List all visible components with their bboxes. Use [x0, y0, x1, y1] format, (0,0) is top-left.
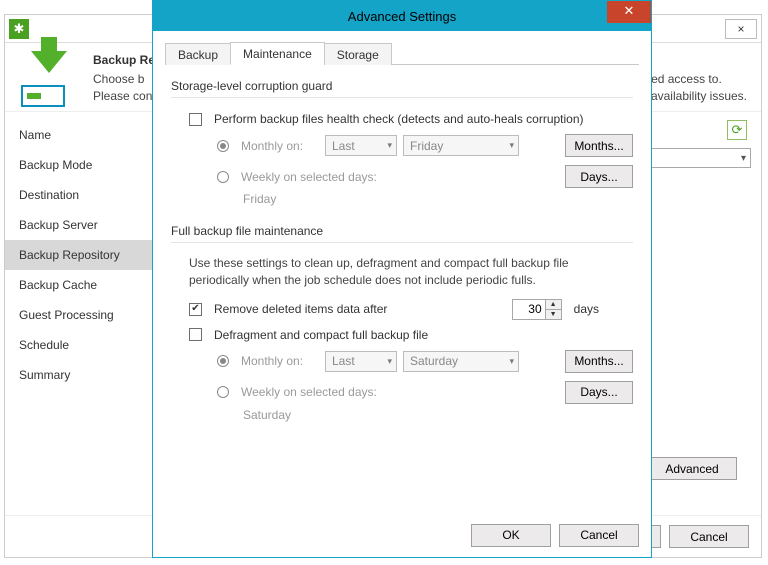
defrag-weekly-value: Saturday — [171, 408, 633, 426]
remove-days-spinner[interactable]: ▲▼ — [512, 299, 562, 320]
defrag-weekly-label: Weekly on selected days: — [241, 385, 377, 399]
guard-monthly-radio[interactable] — [217, 140, 229, 152]
sidebar-item-backup-repository[interactable]: Backup Repository — [5, 240, 167, 270]
sidebar-item-backup-mode[interactable]: Backup Mode — [5, 150, 167, 180]
cancel-button[interactable]: Cancel — [669, 525, 749, 548]
dialog-footer: OK Cancel — [153, 513, 651, 557]
chevron-down-icon: ▾ — [387, 356, 392, 367]
sidebar-item-schedule[interactable]: Schedule — [5, 330, 167, 360]
defrag-months-button[interactable]: Months... — [565, 350, 633, 373]
tab-maintenance[interactable]: Maintenance — [230, 42, 325, 65]
guard-weekly-radio[interactable] — [217, 171, 229, 183]
advanced-settings-dialog: Advanced Settings ✕ Backup Maintenance S… — [152, 0, 652, 558]
remove-deleted-label: Remove deleted items data after — [214, 302, 387, 316]
gear-icon: ✱ — [9, 19, 29, 39]
health-check-row[interactable]: Perform backup files health check (detec… — [171, 108, 633, 130]
refresh-icon[interactable]: ⟳ — [727, 120, 747, 140]
days-word: days — [574, 302, 599, 316]
section-corruption-guard: Storage-level corruption guard — [171, 79, 633, 93]
wizard-close-button[interactable]: × — [725, 19, 757, 39]
sidebar-item-destination[interactable]: Destination — [5, 180, 167, 210]
sidebar-item-guest-processing[interactable]: Guest Processing — [5, 300, 167, 330]
sidebar-item-backup-server[interactable]: Backup Server — [5, 210, 167, 240]
remove-days-input[interactable] — [513, 300, 545, 319]
chevron-down-icon: ▾ — [741, 153, 746, 164]
guard-days-button[interactable]: Days... — [565, 165, 633, 188]
defrag-day-dropdown[interactable]: Saturday▾ — [403, 351, 519, 372]
wizard-sidebar: Name Backup Mode Destination Backup Serv… — [5, 112, 167, 515]
spin-up[interactable]: ▲ — [546, 300, 561, 310]
defrag-row[interactable]: Defragment and compact full backup file — [171, 324, 633, 346]
sidebar-item-backup-cache[interactable]: Backup Cache — [5, 270, 167, 300]
backup-icon — [19, 51, 79, 101]
chevron-down-icon: ▾ — [509, 356, 514, 367]
ok-button[interactable]: OK — [471, 524, 551, 547]
defrag-monthly-label: Monthly on: — [241, 354, 319, 368]
health-check-checkbox[interactable] — [189, 113, 202, 126]
advanced-button[interactable]: Advanced — [647, 457, 737, 480]
spin-down[interactable]: ▼ — [546, 310, 561, 319]
defrag-weekly-radio[interactable] — [217, 386, 229, 398]
defrag-occurrence-dropdown[interactable]: Last▾ — [325, 351, 397, 372]
full-maintenance-desc: Use these settings to clean up, defragme… — [171, 253, 633, 295]
guard-occurrence-dropdown[interactable]: Last▾ — [325, 135, 397, 156]
defrag-checkbox[interactable] — [189, 328, 202, 341]
remove-deleted-row[interactable]: ✔ Remove deleted items data after ▲▼ day… — [171, 295, 633, 324]
guard-months-button[interactable]: Months... — [565, 134, 633, 157]
defrag-days-button[interactable]: Days... — [565, 381, 633, 404]
health-check-label: Perform backup files health check (detec… — [214, 112, 584, 126]
tab-backup[interactable]: Backup — [165, 43, 231, 65]
chevron-down-icon: ▾ — [387, 140, 392, 151]
sidebar-item-name[interactable]: Name — [5, 120, 167, 150]
section-full-maintenance: Full backup file maintenance — [171, 224, 633, 238]
defrag-monthly-radio[interactable] — [217, 355, 229, 367]
guard-weekly-label: Weekly on selected days: — [241, 170, 377, 184]
dialog-titlebar: Advanced Settings ✕ — [153, 1, 651, 31]
guard-weekly-value: Friday — [171, 192, 633, 210]
tab-storage[interactable]: Storage — [324, 43, 392, 65]
dialog-title: Advanced Settings — [348, 9, 456, 24]
dialog-tabs: Backup Maintenance Storage — [165, 41, 639, 65]
dialog-close-button[interactable]: ✕ — [607, 1, 651, 23]
guard-monthly-label: Monthly on: — [241, 139, 319, 153]
remove-deleted-checkbox[interactable]: ✔ — [189, 303, 202, 316]
sidebar-item-summary[interactable]: Summary — [5, 360, 167, 390]
guard-day-dropdown[interactable]: Friday▾ — [403, 135, 519, 156]
dialog-cancel-button[interactable]: Cancel — [559, 524, 639, 547]
chevron-down-icon: ▾ — [509, 140, 514, 151]
defrag-label: Defragment and compact full backup file — [214, 328, 428, 342]
